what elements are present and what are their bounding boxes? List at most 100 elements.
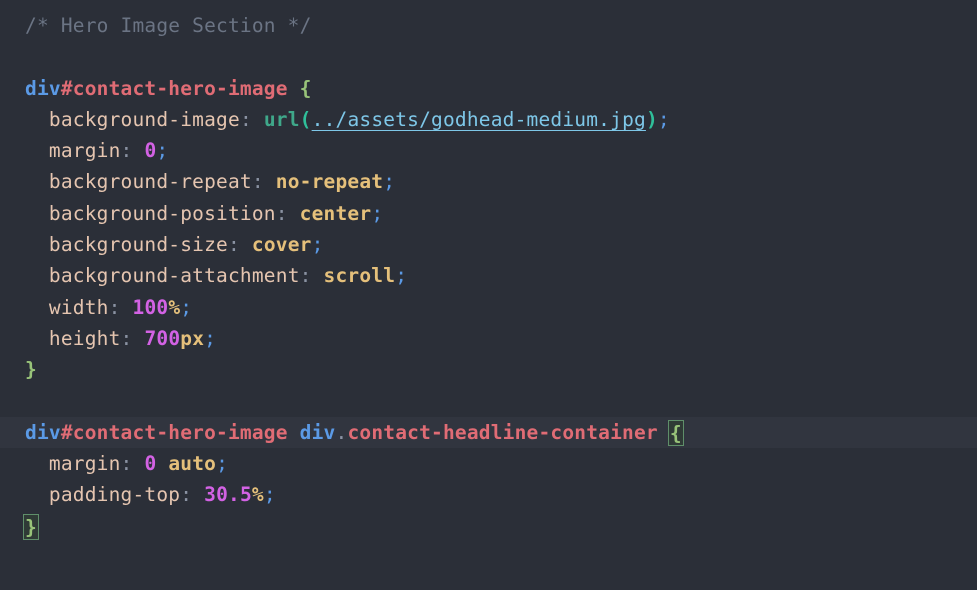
semicolon: ; [156, 139, 169, 163]
open-brace-matched: { [667, 420, 684, 447]
code-line-background-size[interactable]: background-size: cover; [0, 229, 977, 260]
close-paren: ) [645, 107, 658, 131]
code-line-blank[interactable] [0, 386, 977, 417]
colon: : [239, 107, 252, 131]
semicolon: ; [311, 233, 324, 257]
code-line-height[interactable]: height: 700px; [0, 323, 977, 354]
code-line-margin-auto[interactable]: margin: 0 auto; [0, 448, 977, 479]
selector-dot: . [335, 420, 348, 444]
colon: : [180, 483, 193, 507]
selector-id: #contact-hero-image [60, 76, 288, 100]
property-number: 0 [144, 139, 157, 163]
colon: : [251, 170, 264, 194]
code-line-margin[interactable]: margin: 0; [0, 135, 977, 166]
code-line-close-brace-two[interactable]: } [0, 511, 977, 542]
selector-tag: div [25, 420, 61, 444]
selector-tag-descendant: div [299, 420, 336, 444]
semicolon: ; [263, 483, 276, 507]
code-line-padding-top[interactable]: padding-top: 30.5%; [0, 479, 977, 510]
code-line-close-brace-one[interactable]: } [0, 354, 977, 385]
property-name: padding-top [48, 483, 181, 507]
colon: : [228, 233, 240, 257]
property-name: background-size [48, 233, 228, 257]
property-name: width [48, 295, 109, 319]
property-number: 0 [144, 452, 157, 476]
property-number: 700 [144, 326, 181, 350]
property-unit: % [251, 483, 264, 507]
semicolon: ; [216, 452, 229, 476]
semicolon: ; [180, 295, 193, 319]
code-editor[interactable]: /* Hero Image Section */ div#contact-her… [0, 0, 977, 590]
property-value: center [299, 201, 372, 225]
semicolon: ; [204, 326, 217, 350]
code-line-width[interactable]: width: 100%; [0, 292, 977, 323]
code-line-comment[interactable]: /* Hero Image Section */ [0, 10, 977, 41]
css-comment: /* Hero Image Section */ [25, 14, 312, 37]
code-line-background-repeat[interactable]: background-repeat: no-repeat; [0, 166, 977, 197]
selector-id: #contact-hero-image [60, 420, 288, 444]
property-unit: % [168, 295, 181, 319]
property-name: margin [48, 452, 121, 476]
semicolon: ; [383, 170, 396, 194]
property-name: background-repeat [48, 170, 252, 194]
property-value: scroll [323, 264, 396, 288]
semicolon: ; [657, 107, 670, 131]
selector-tag: div [25, 76, 61, 100]
selector-class: contact-headline-container [347, 420, 658, 444]
code-line-selector-hero[interactable]: div#contact-hero-image { [0, 73, 977, 104]
code-line-background-position[interactable]: background-position: center; [0, 198, 977, 229]
colon: : [120, 452, 133, 476]
close-brace-matched: } [23, 514, 39, 541]
code-line-blank[interactable] [0, 41, 977, 72]
code-line-background-image[interactable]: background-image: url(../assets/godhead-… [0, 104, 977, 135]
property-name: background-position [48, 201, 276, 225]
open-brace: { [299, 76, 312, 100]
property-value: auto [168, 452, 217, 476]
colon: : [299, 264, 312, 288]
colon: : [108, 295, 121, 319]
property-name: background-image [48, 107, 240, 131]
property-unit: px [180, 326, 205, 350]
property-name: height [48, 326, 121, 350]
code-content-area[interactable]: /* Hero Image Section */ div#contact-her… [0, 10, 977, 590]
property-name: margin [48, 139, 121, 163]
property-value: cover [251, 233, 312, 257]
semicolon: ; [395, 264, 408, 288]
code-line-selector-headline-container[interactable]: div#contact-hero-image div.contact-headl… [0, 416, 977, 449]
colon: : [120, 326, 133, 350]
property-value: no-repeat [275, 170, 384, 194]
code-line-background-attachment[interactable]: background-attachment: scroll; [0, 260, 977, 291]
property-number: 100 [132, 295, 169, 319]
property-number: 30.5 [204, 483, 252, 507]
property-name: background-attachment [48, 264, 300, 288]
url-function: url [263, 107, 300, 131]
open-paren: ( [299, 107, 312, 131]
colon: : [275, 201, 288, 225]
semicolon: ; [371, 201, 384, 225]
asset-url-link[interactable]: ../assets/godhead-medium.jpg [312, 108, 646, 131]
close-brace: } [25, 358, 37, 382]
colon: : [120, 139, 133, 163]
